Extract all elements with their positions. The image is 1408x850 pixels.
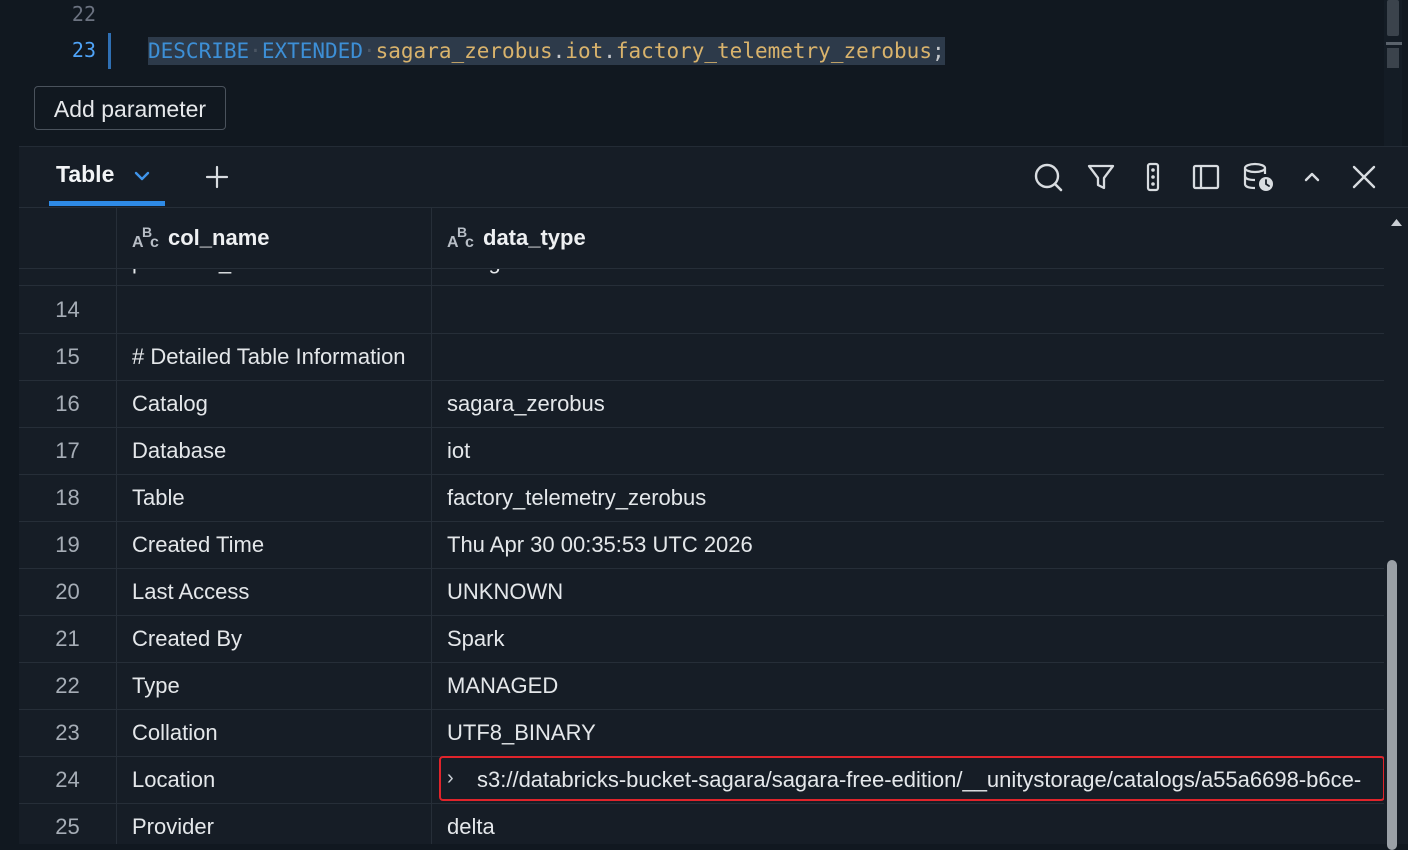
- cell-col-name[interactable]: Created By: [132, 615, 432, 662]
- cell-data-type[interactable]: delta: [447, 803, 1384, 844]
- scroll-up-arrow-icon[interactable]: [1385, 213, 1408, 231]
- dot-separator: .: [552, 39, 566, 63]
- row-index: 25: [55, 814, 80, 839]
- search-icon[interactable]: [1033, 161, 1065, 193]
- row-index: 24: [55, 767, 80, 792]
- row-index: 15: [55, 344, 80, 369]
- cell-col-name[interactable]: # Detailed Table Information: [132, 333, 432, 380]
- cell-location-value[interactable]: s3://databricks-bucket-sagara/sagara-fre…: [477, 756, 1377, 803]
- cell-col-name[interactable]: Collation: [132, 709, 432, 756]
- row-index: 18: [55, 485, 80, 510]
- results-panel: Table A B c col_name A B c data_type 14 …: [19, 146, 1408, 850]
- results-toolbar: Table: [19, 147, 1408, 208]
- filter-icon[interactable]: [1085, 161, 1117, 193]
- column-divider: [116, 208, 117, 844]
- table-row[interactable]: 14: [19, 286, 1384, 334]
- string-type-icon: ABc: [132, 224, 159, 251]
- table-row[interactable]: 21 Created By Spark: [19, 615, 1384, 663]
- cell-col-name[interactable]: Provider: [132, 803, 432, 844]
- more-vertical-icon[interactable]: [1137, 161, 1169, 193]
- chevron-down-icon[interactable]: [133, 169, 151, 188]
- cell-col-name[interactable]: Catalog: [132, 380, 432, 427]
- row-index: 20: [55, 579, 80, 604]
- cell-col-name[interactable]: Location: [132, 756, 432, 803]
- grid-header: ABc col_name ABc data_type: [19, 208, 1384, 269]
- cell-data-type[interactable]: UNKNOWN: [447, 568, 1384, 615]
- row-index: 23: [55, 720, 80, 745]
- column-header-label: data_type: [483, 225, 586, 250]
- sql-keyword: EXTENDED: [261, 39, 363, 63]
- plus-icon[interactable]: [203, 163, 231, 191]
- chevron-right-icon[interactable]: ›: [447, 756, 454, 803]
- row-index: 22: [55, 673, 80, 698]
- tab-table[interactable]: Table: [49, 147, 165, 207]
- cell-col-name[interactable]: Table: [132, 474, 432, 521]
- row-index: 13: [19, 268, 116, 285]
- catalog-identifier: sagara_zerobus: [375, 39, 553, 63]
- cell-col-name[interactable]: Type: [132, 662, 432, 709]
- cell-data-type[interactable]: Spark: [447, 615, 1384, 662]
- cell-data-type[interactable]: iot: [447, 427, 1384, 474]
- line-number-active: 23: [71, 38, 96, 62]
- cell-col-name[interactable]: Last Access: [132, 568, 432, 615]
- cell-data-type[interactable]: [447, 286, 1384, 333]
- row-index: 16: [55, 391, 80, 416]
- column-header-col-name[interactable]: ABc col_name: [132, 208, 270, 268]
- cell-data-type[interactable]: Thu Apr 30 00:35:53 UTC 2026: [447, 521, 1384, 568]
- cell-data-type[interactable]: string: [447, 268, 1384, 285]
- schema-identifier: iot: [565, 39, 604, 63]
- active-tab-underline: [49, 201, 165, 206]
- table-row[interactable]: 25 Provider delta: [19, 803, 1384, 844]
- table-row[interactable]: 22 Type MANAGED: [19, 662, 1384, 710]
- table-identifier: factory_telemetry_zerobus: [615, 39, 932, 63]
- cell-data-type[interactable]: factory_telemetry_zerobus: [447, 474, 1384, 521]
- table-row[interactable]: 24 Location › s3://databricks-bucket-sagara…: [19, 756, 1384, 804]
- cell-col-name[interactable]: Database: [132, 427, 432, 474]
- cell-data-type[interactable]: UTF8_BINARY: [447, 709, 1384, 756]
- table-row[interactable]: 13 producer_host string: [19, 268, 1384, 286]
- line-number: 22: [71, 2, 96, 26]
- table-row[interactable]: 18 Table factory_telemetry_zerobus: [19, 474, 1384, 522]
- cell-data-type[interactable]: sagara_zerobus: [447, 380, 1384, 427]
- sql-editor[interactable]: 22 23 DESCRIBE·EXTENDED·sagara_zerobus.i…: [0, 0, 1408, 146]
- close-icon[interactable]: [1348, 161, 1380, 193]
- results-grid: ABc col_name ABc data_type 13 producer_h…: [19, 208, 1384, 844]
- cell-col-name[interactable]: [132, 286, 432, 333]
- sql-keyword: DESCRIBE: [148, 39, 250, 63]
- table-row[interactable]: 19 Created Time Thu Apr 30 00:35:53 UTC 20…: [19, 521, 1384, 569]
- dot-separator: .: [603, 39, 616, 63]
- editor-scroll-marker: [1386, 42, 1402, 45]
- table-row[interactable]: 15 # Detailed Table Information: [19, 333, 1384, 381]
- row-index: 19: [55, 532, 80, 557]
- column-divider[interactable]: [431, 208, 432, 844]
- add-parameter-button[interactable]: Add parameter: [34, 86, 226, 130]
- chevron-up-icon[interactable]: [1296, 161, 1328, 193]
- cell-col-name[interactable]: producer_host: [132, 268, 432, 285]
- grid-scrollbar-thumb[interactable]: [1387, 560, 1397, 850]
- table-row[interactable]: 20 Last Access UNKNOWN: [19, 568, 1384, 616]
- semicolon: ;: [931, 39, 945, 63]
- row-index: 14: [55, 297, 80, 322]
- cell-data-type[interactable]: MANAGED: [447, 662, 1384, 709]
- current-line-indicator: [108, 33, 111, 69]
- cell-col-name[interactable]: Created Time: [132, 521, 432, 568]
- sidebar-panel-icon[interactable]: [1190, 161, 1222, 193]
- table-row[interactable]: 23 Collation UTF8_BINARY: [19, 709, 1384, 757]
- string-type-icon: ABc: [447, 224, 474, 251]
- table-row[interactable]: 17 Database iot: [19, 427, 1384, 475]
- code-line[interactable]: DESCRIBE·EXTENDED·sagara_zerobus.iot.fac…: [148, 33, 945, 69]
- row-index: 21: [55, 626, 80, 651]
- tab-table-label: Table: [56, 161, 115, 187]
- column-header-label: col_name: [168, 225, 270, 250]
- column-header-data-type[interactable]: ABc data_type: [447, 208, 586, 268]
- database-history-icon[interactable]: [1242, 161, 1274, 193]
- row-index: 17: [55, 438, 80, 463]
- cell-data-type[interactable]: [447, 333, 1384, 380]
- table-row[interactable]: 16 Catalog sagara_zerobus: [19, 380, 1384, 428]
- editor-scrollbar-thumb[interactable]: [1387, 0, 1399, 36]
- editor-scrollbar-thumb-lower[interactable]: [1387, 48, 1399, 68]
